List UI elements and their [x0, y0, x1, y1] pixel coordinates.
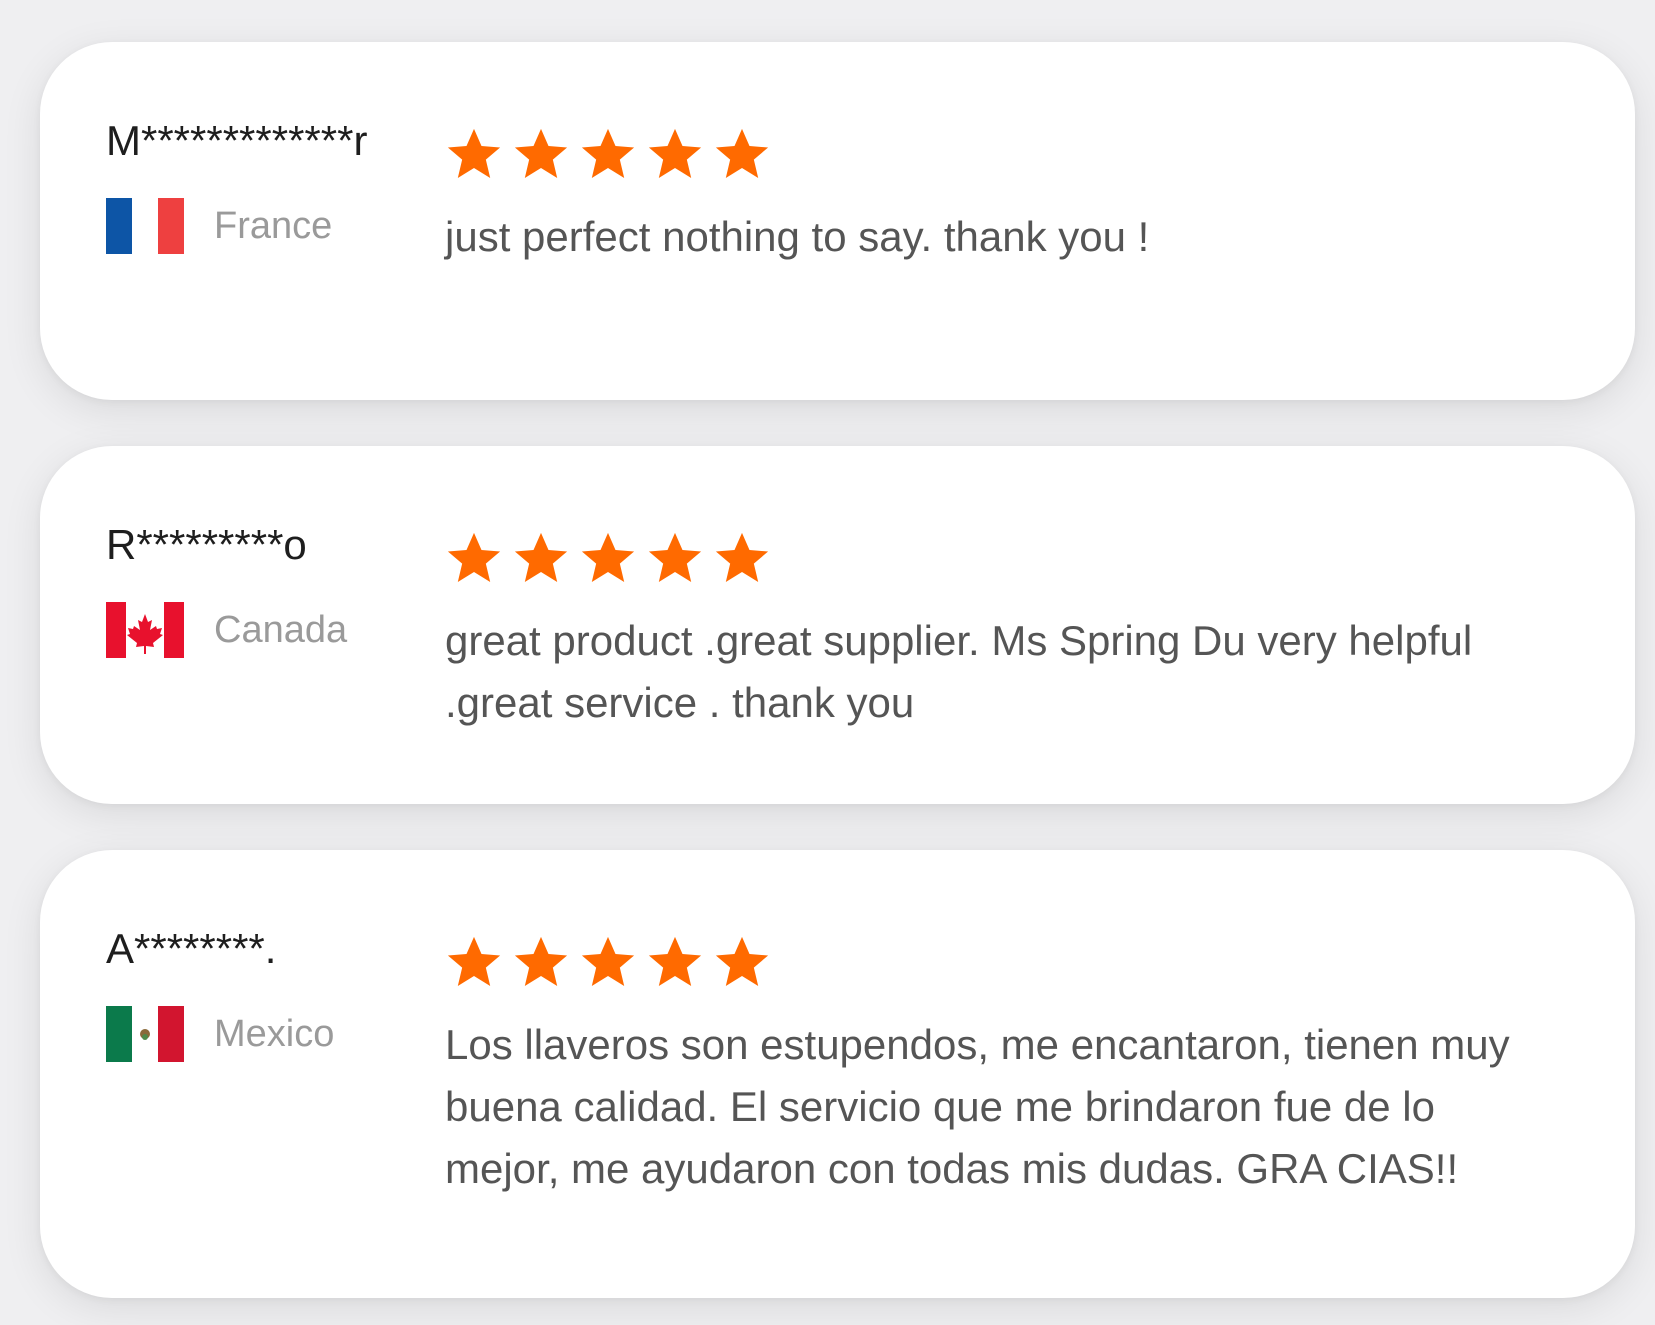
review-card: R*********o Canada great product .great …: [40, 446, 1635, 804]
reviewer-name: A********.: [106, 925, 277, 972]
star-filled-icon: [648, 936, 702, 986]
star-filled-icon: [715, 128, 769, 178]
review-body: just perfect nothing to say. thank you !: [445, 42, 1635, 268]
star-filled-icon: [581, 936, 635, 986]
reviewer-info: M*************r France: [40, 42, 445, 254]
reviewer-country: Canada: [106, 602, 445, 658]
mexico-flag-icon: [106, 1006, 184, 1062]
canada-flag-icon: [106, 602, 184, 658]
star-filled-icon: [715, 936, 769, 986]
star-filled-icon: [514, 128, 568, 178]
review-text: Los llaveros son estupendos, me encantar…: [445, 1021, 1510, 1192]
star-rating: [445, 126, 1595, 184]
reviewer-name: R*********o: [106, 521, 307, 568]
review-text: just perfect nothing to say. thank you !: [445, 213, 1150, 260]
star-filled-icon: [648, 128, 702, 178]
reviews-page: M*************r France just perfect noth…: [0, 0, 1655, 1325]
star-filled-icon: [514, 936, 568, 986]
country-name: France: [214, 204, 333, 247]
star-filled-icon: [581, 532, 635, 582]
star-filled-icon: [447, 936, 501, 986]
country-name: Canada: [214, 608, 348, 651]
star-filled-icon: [581, 128, 635, 178]
reviewer-country: Mexico: [106, 1006, 445, 1062]
review-body: great product .great supplier. Ms Spring…: [445, 446, 1635, 734]
star-rating: [445, 934, 1595, 992]
star-filled-icon: [447, 128, 501, 178]
reviewer-info: A********. Mexico: [40, 850, 445, 1062]
star-rating: [445, 530, 1595, 588]
star-filled-icon: [715, 532, 769, 582]
star-filled-icon: [447, 532, 501, 582]
reviewer-name: M*************r: [106, 117, 368, 164]
star-filled-icon: [514, 532, 568, 582]
review-card: A********. Mexico Los llaveros son estup…: [40, 850, 1635, 1298]
reviewer-info: R*********o Canada: [40, 446, 445, 658]
france-flag-icon: [106, 198, 184, 254]
country-name: Mexico: [214, 1012, 335, 1055]
star-filled-icon: [648, 532, 702, 582]
review-text: great product .great supplier. Ms Spring…: [445, 617, 1473, 726]
reviewer-country: France: [106, 198, 445, 254]
review-body: Los llaveros son estupendos, me encantar…: [445, 850, 1635, 1200]
review-card: M*************r France just perfect noth…: [40, 42, 1635, 400]
